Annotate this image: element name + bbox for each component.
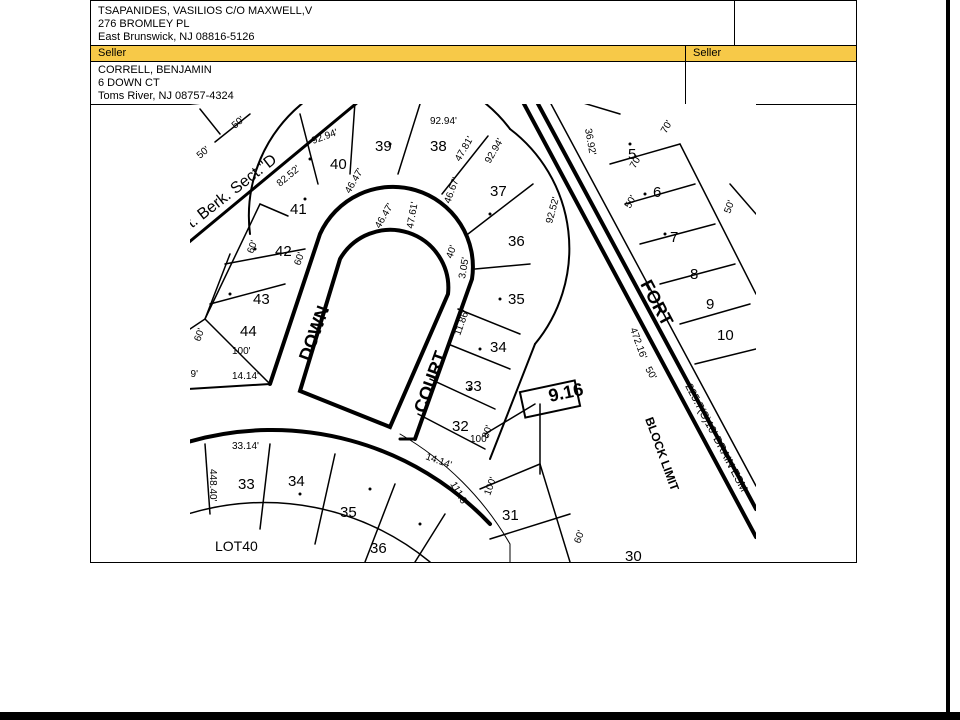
upper-lot-number: 44 xyxy=(240,323,257,340)
seller-header-left: Seller xyxy=(90,45,686,62)
upper-lot-number: 41 xyxy=(290,201,307,218)
east-lot-number: 6 xyxy=(653,184,661,201)
dimension-label: 14.14' xyxy=(232,371,259,382)
upper-lot-number: 31 xyxy=(502,507,519,524)
upper-lot-number: 40 xyxy=(330,156,347,173)
upper-lot-number: 35 xyxy=(508,291,525,308)
east-lot-number: 9 xyxy=(706,296,714,313)
tax-map: DOWN COURT FORT ot. Berk. Sect."D 9.16 B… xyxy=(190,104,756,562)
dimension-label: 33.14' xyxy=(232,441,259,452)
upper-lot-number: 42 xyxy=(275,243,292,260)
seller-city: Toms River, NJ 08757-4324 xyxy=(98,90,234,102)
buyer-side-box xyxy=(734,0,857,46)
property-card: TSAPANIDES, VASILIOS C/O MAXWELL,V 276 B… xyxy=(90,0,857,563)
buyer-city: East Brunswick, NJ 08816-5126 xyxy=(98,31,255,43)
page-edge-bottom xyxy=(0,712,960,720)
lot40-label: LOT40 xyxy=(215,538,258,554)
upper-lot-number: 39 xyxy=(375,138,392,155)
east-lot-number: 7 xyxy=(670,229,678,246)
lower-lot-number: 36 xyxy=(370,540,387,557)
seller-address: 6 DOWN CT xyxy=(98,77,160,89)
seller-side-box xyxy=(685,61,857,105)
lower-lot-number: 35 xyxy=(340,504,357,521)
seller-name: CORRELL, BENJAMIN xyxy=(98,64,212,76)
east-lot-number: 10 xyxy=(717,327,734,344)
upper-lot-number: 38 xyxy=(430,138,447,155)
seller-box: CORRELL, BENJAMIN 6 DOWN CT Toms River, … xyxy=(90,61,686,105)
upper-lot-number: 43 xyxy=(253,291,270,308)
tax-map-drawing: DOWN COURT FORT ot. Berk. Sect."D 9.16 B… xyxy=(190,104,756,562)
dimension-label: 79' xyxy=(190,369,198,380)
upper-lot-number: 36 xyxy=(508,233,525,250)
dimension-label: 448.40' xyxy=(207,469,218,502)
east-lot-number: 8 xyxy=(690,266,698,283)
buyer-box: TSAPANIDES, VASILIOS C/O MAXWELL,V 276 B… xyxy=(90,0,735,46)
upper-lot-number: 37 xyxy=(490,183,507,200)
upper-lot-number: 33 xyxy=(465,378,482,395)
upper-lot-number: 32 xyxy=(452,418,469,435)
upper-lot-number: 34 xyxy=(490,339,507,356)
page-edge-right xyxy=(946,0,950,720)
buyer-name: TSAPANIDES, VASILIOS C/O MAXWELL,V xyxy=(98,5,313,17)
buyer-address: 276 BROMLEY PL xyxy=(98,18,190,30)
seller-header-right: Seller xyxy=(685,45,857,62)
lower-lot-number: 33 xyxy=(238,476,255,493)
upper-lot-number: 30 xyxy=(625,548,642,562)
dimension-label: 100' xyxy=(232,346,251,357)
lower-lot-number: 34 xyxy=(288,473,305,490)
dimension-label: 92.94' xyxy=(430,116,457,127)
